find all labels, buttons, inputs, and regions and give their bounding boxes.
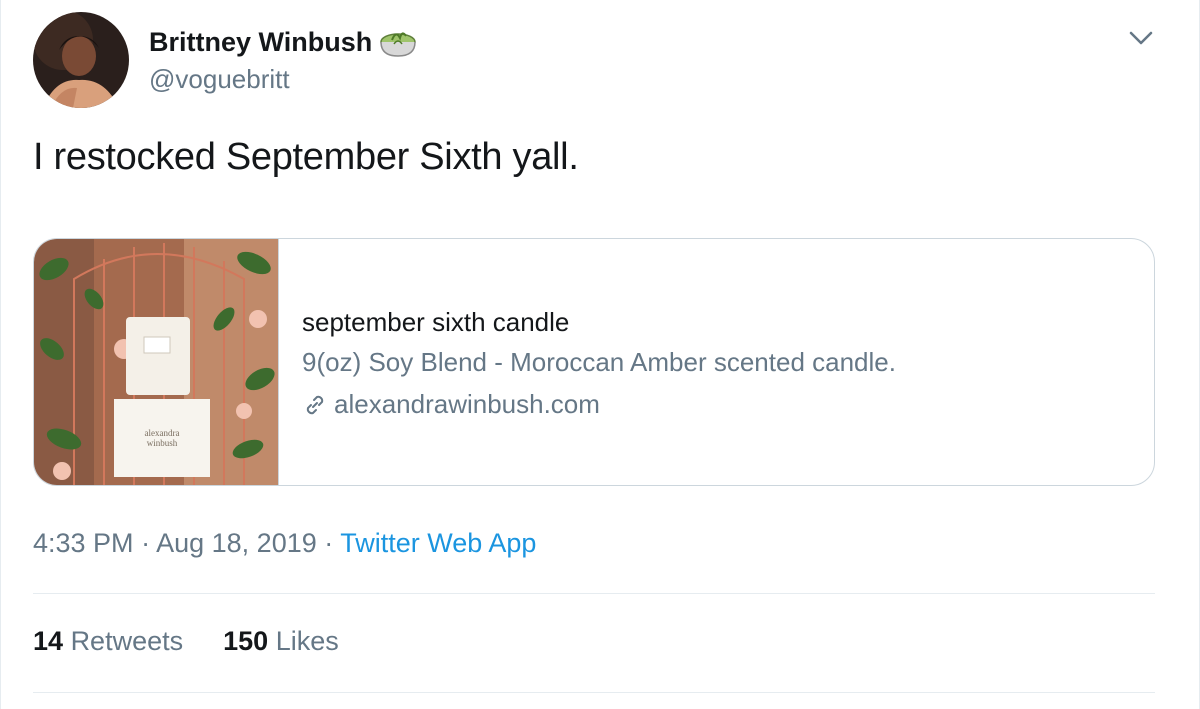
chevron-down-icon[interactable] [1127, 24, 1155, 52]
meta-separator: · [324, 528, 334, 558]
tweet-container: Brittney Winbush @voguebritt I restocked… [0, 0, 1200, 709]
svg-text:winbush: winbush [147, 438, 178, 448]
tweet-source-link[interactable]: Twitter Web App [340, 528, 536, 558]
divider [33, 692, 1155, 693]
matcha-tea-emoji-icon [378, 24, 418, 60]
card-domain: alexandrawinbush.com [302, 389, 600, 420]
card-image-text: alexandra [145, 428, 180, 438]
card-title: september sixth candle [302, 307, 570, 337]
likes-stat[interactable]: 150 Likes [223, 626, 339, 657]
likes-label: Likes [275, 626, 339, 656]
retweets-stat[interactable]: 14 Retweets [33, 626, 183, 657]
card-image: alexandra winbush [34, 239, 279, 485]
retweets-count: 14 [33, 626, 64, 656]
author-name[interactable]: Brittney Winbush [149, 27, 372, 58]
tweet-meta: 4:33 PM · Aug 18, 2019 · Twitter Web App [33, 528, 536, 559]
tweet-time[interactable]: 4:33 PM [33, 528, 134, 558]
retweets-label: Retweets [70, 626, 184, 656]
card-description: 9(oz) Soy Blend - Moroccan Amber scented… [302, 347, 896, 377]
author-row: Brittney Winbush [149, 24, 418, 60]
likes-count: 150 [223, 626, 269, 656]
tweet-text: I restocked September Sixth yall. [33, 136, 579, 178]
author-handle[interactable]: @voguebritt [149, 64, 290, 95]
divider [33, 593, 1155, 594]
link-card[interactable]: alexandra winbush september sixth candle… [33, 238, 1155, 486]
avatar[interactable] [33, 12, 129, 108]
tweet-date[interactable]: Aug 18, 2019 [156, 528, 317, 558]
link-icon [302, 392, 328, 418]
meta-separator: · [141, 528, 151, 558]
tweet-stats: 14 Retweets 150 Likes [33, 626, 339, 657]
card-domain-text: alexandrawinbush.com [334, 389, 600, 419]
